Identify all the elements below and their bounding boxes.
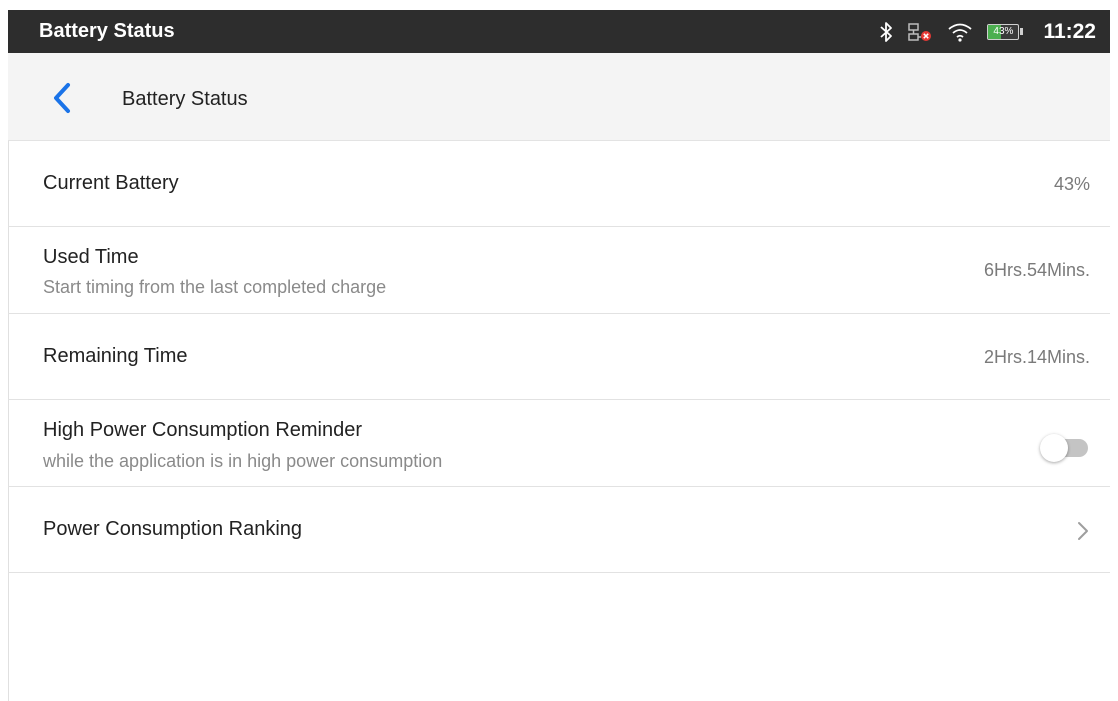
toggle-knob bbox=[1040, 434, 1068, 462]
battery-icon: 43% bbox=[987, 23, 1024, 40]
status-bar-title: Battery Status bbox=[39, 20, 175, 42]
used-time-label: Used Time bbox=[43, 246, 139, 268]
bluetooth-icon bbox=[879, 21, 893, 43]
power-consumption-ranking-row[interactable]: Power Consumption Ranking bbox=[8, 487, 1110, 573]
wifi-icon bbox=[947, 22, 973, 42]
battery-percent-text: 43% bbox=[993, 25, 1014, 37]
app-header: Battery Status bbox=[8, 53, 1110, 141]
current-battery-row: Current Battery 43% bbox=[8, 141, 1110, 227]
battery-indicator: 43% bbox=[987, 23, 1020, 40]
high-power-reminder-description: while the application is in high power c… bbox=[43, 451, 443, 471]
used-time-row: Used Time Start timing from the last com… bbox=[8, 227, 1110, 314]
status-bar: Battery Status 43% 11:22 bbox=[8, 10, 1110, 53]
back-button[interactable] bbox=[48, 81, 78, 115]
page-title: Battery Status bbox=[122, 88, 248, 110]
chevron-left-icon bbox=[54, 83, 70, 113]
high-power-reminder-label: High Power Consumption Reminder bbox=[43, 419, 363, 441]
remaining-time-label: Remaining Time bbox=[43, 345, 188, 367]
used-time-value: 6Hrs.54Mins. bbox=[983, 260, 1090, 280]
clock: 11:22 bbox=[1043, 19, 1096, 43]
used-time-description: Start timing from the last completed cha… bbox=[43, 277, 387, 297]
high-power-reminder-toggle[interactable] bbox=[1040, 433, 1088, 463]
chevron-right-icon bbox=[1078, 522, 1088, 540]
network-disconnected-icon bbox=[907, 21, 933, 43]
power-consumption-ranking-label: Power Consumption Ranking bbox=[43, 518, 303, 540]
current-battery-label: Current Battery bbox=[43, 172, 179, 194]
current-battery-value: 43% bbox=[1053, 174, 1090, 194]
remaining-time-value: 2Hrs.14Mins. bbox=[983, 347, 1090, 367]
high-power-reminder-row[interactable]: High Power Consumption Reminder while th… bbox=[8, 400, 1110, 487]
status-icons: 43% 11:22 bbox=[865, 10, 1096, 53]
battery-nub bbox=[1020, 28, 1024, 35]
remaining-time-row: Remaining Time 2Hrs.14Mins. bbox=[8, 314, 1110, 400]
battery-settings-list: Current Battery 43% Used Time Start timi… bbox=[8, 141, 1110, 573]
